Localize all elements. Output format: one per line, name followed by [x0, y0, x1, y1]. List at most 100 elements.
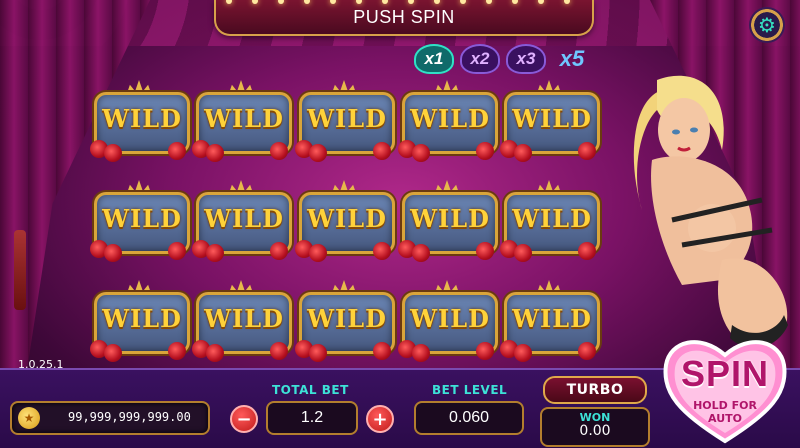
- wild-symbol: WILD: [192, 180, 292, 262]
- wild-symbol: WILD: [500, 80, 600, 162]
- wild-symbol: WILD: [90, 180, 190, 262]
- rose-icon: [270, 242, 288, 260]
- rose-icon: [476, 342, 494, 360]
- rose-icon: [412, 144, 430, 162]
- rose-icon: [412, 344, 430, 362]
- bet-level-label: BET LEVEL: [432, 383, 508, 397]
- game-stage: PUSH SPIN ⚙ x1 x2 x3 x5 WILD WILD WILD WILD…: [0, 0, 800, 448]
- symbol-text: WILD: [204, 104, 284, 133]
- rose-icon: [514, 344, 532, 362]
- rose-icon: [514, 244, 532, 262]
- total-bet-label: TOTAL BET: [272, 383, 349, 397]
- won-display: WON 0.00: [540, 407, 650, 447]
- symbol-text: WILD: [204, 304, 284, 333]
- wild-symbol: WILD: [90, 280, 190, 362]
- reel-grid: WILD WILD WILD WILD WILD WILD WILD WILD WILD WILD…: [90, 80, 600, 362]
- symbol-text: WILD: [410, 204, 490, 233]
- rose-icon: [104, 244, 122, 262]
- symbol-text: WILD: [410, 104, 490, 133]
- rose-icon: [578, 142, 596, 160]
- rose-icon: [168, 142, 186, 160]
- increase-bet-button[interactable]: +: [366, 405, 394, 433]
- symbol-text: WILD: [512, 204, 592, 233]
- light-bulb: [356, 0, 362, 4]
- rose-icon: [309, 244, 327, 262]
- balance-value: 99,999,999,999.00: [68, 410, 191, 424]
- turbo-button[interactable]: TURBO: [543, 376, 647, 404]
- multiplier-x5: x5: [559, 46, 585, 71]
- rose-icon: [514, 144, 532, 162]
- wild-symbol: WILD: [192, 280, 292, 362]
- wild-symbol: WILD: [295, 280, 395, 362]
- rose-icon: [270, 342, 288, 360]
- spin-label: SPIN: [680, 353, 770, 394]
- rose-icon: [206, 244, 224, 262]
- rose-icon: [578, 342, 596, 360]
- spin-button[interactable]: SPIN HOLD FOR AUTO: [660, 333, 790, 445]
- light-bulb: [538, 0, 544, 4]
- spin-hint-line1: HOLD FOR: [693, 399, 757, 412]
- light-bulb: [512, 0, 518, 4]
- rose-icon: [476, 242, 494, 260]
- coin-icon: ★: [18, 407, 40, 429]
- light-bulb: [226, 0, 232, 4]
- light-bulb: [408, 0, 414, 4]
- title-banner: PUSH SPIN: [214, 0, 594, 36]
- light-bulb: [434, 0, 440, 4]
- symbol-text: WILD: [307, 104, 387, 133]
- wild-symbol: WILD: [295, 80, 395, 162]
- light-bulb: [304, 0, 310, 4]
- banner-title: PUSH SPIN: [353, 6, 455, 27]
- multiplier-x3: x3: [506, 44, 546, 74]
- wild-symbol: WILD: [500, 180, 600, 262]
- symbol-text: WILD: [102, 204, 182, 233]
- wild-symbol: WILD: [398, 180, 498, 262]
- wild-symbol: WILD: [398, 80, 498, 162]
- symbol-text: WILD: [307, 204, 387, 233]
- spin-hint-line2: AUTO: [708, 412, 742, 425]
- light-bulb: [382, 0, 388, 4]
- symbol-text: WILD: [102, 304, 182, 333]
- gear-icon[interactable]: ⚙: [749, 7, 785, 43]
- rose-icon: [168, 242, 186, 260]
- rose-icon: [270, 142, 288, 160]
- symbol-text: WILD: [204, 204, 284, 233]
- wild-symbol: WILD: [295, 180, 395, 262]
- symbol-text: WILD: [410, 304, 490, 333]
- rose-icon: [373, 142, 391, 160]
- bet-level-value[interactable]: 0.060: [414, 401, 524, 435]
- total-bet-value: 1.2: [266, 401, 358, 435]
- symbol-text: WILD: [512, 304, 592, 333]
- rose-icon: [206, 344, 224, 362]
- version-label: 1.0.25.1: [18, 358, 64, 371]
- spin-hint: HOLD FOR AUTO: [660, 399, 790, 425]
- rose-icon: [309, 144, 327, 162]
- wild-symbol: WILD: [192, 80, 292, 162]
- rose-icon: [104, 344, 122, 362]
- tassel: [14, 230, 26, 310]
- decrease-bet-button[interactable]: −: [230, 405, 258, 433]
- symbol-text: WILD: [102, 104, 182, 133]
- balance-display: ★ 99,999,999,999.00: [10, 401, 210, 435]
- rose-icon: [104, 144, 122, 162]
- wild-symbol: WILD: [398, 280, 498, 362]
- rose-icon: [578, 242, 596, 260]
- light-bulb: [460, 0, 466, 4]
- rose-icon: [373, 242, 391, 260]
- light-bulb: [278, 0, 284, 4]
- won-value: 0.00: [579, 423, 611, 439]
- light-bulb: [330, 0, 336, 4]
- rose-icon: [309, 344, 327, 362]
- symbol-text: WILD: [512, 104, 592, 133]
- light-bulb: [252, 0, 258, 4]
- symbol-text: WILD: [307, 304, 387, 333]
- wild-symbol: WILD: [500, 280, 600, 362]
- rose-icon: [168, 342, 186, 360]
- rose-icon: [373, 342, 391, 360]
- rose-icon: [412, 244, 430, 262]
- rose-icon: [476, 142, 494, 160]
- character-illustration: [633, 75, 788, 348]
- multiplier-x2: x2: [460, 44, 500, 74]
- rose-icon: [206, 144, 224, 162]
- light-bulb: [486, 0, 492, 4]
